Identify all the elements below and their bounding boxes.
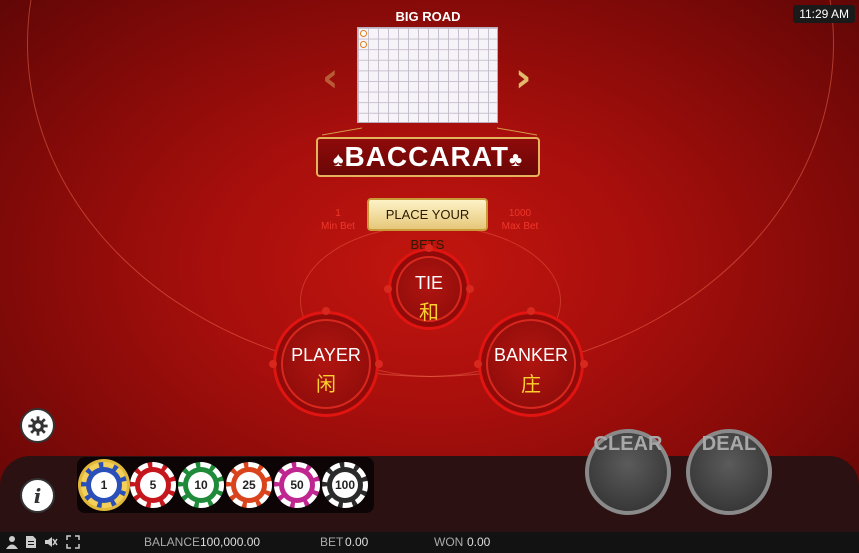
club-icon: ♣ (509, 149, 524, 171)
tie-chinese-label: 和 (419, 300, 439, 324)
chip-100[interactable]: 100 (322, 462, 368, 508)
bet-value: 0.00 (345, 535, 369, 549)
chip-10[interactable]: 10 (178, 462, 224, 508)
balance-value: 100,000.00 (200, 535, 261, 549)
bet-spot-stud (527, 307, 535, 315)
won-value: 0.00 (467, 535, 491, 549)
deal-button[interactable]: DEAL (686, 429, 772, 515)
big-road-result-tie (360, 41, 367, 48)
chip-1[interactable]: 1 (81, 462, 127, 508)
tie-label: TIE (414, 273, 443, 293)
min-bet-limit: 1 Min Bet (313, 207, 363, 233)
min-bet-value: 1 (335, 208, 341, 219)
fullscreen-icon[interactable] (66, 535, 80, 549)
status-bar: BALANCE 100,000.00 BET 0.00 WON 0.00 (0, 532, 859, 553)
banker-label: BANKER (493, 345, 569, 365)
banker-chinese-label: 庄 (521, 372, 541, 396)
max-bet-limit: 1000 Max Bet (495, 207, 545, 233)
player-label: PLAYER (291, 345, 361, 365)
bet-spot-stud (474, 360, 482, 368)
bet-label: BET (320, 535, 344, 549)
user-icon[interactable] (5, 535, 19, 549)
min-bet-label: Min Bet (321, 221, 355, 232)
bet-spot-stud (425, 244, 433, 252)
chevron-right-icon[interactable]: › (515, 58, 531, 98)
tie-bet-spot[interactable]: TIE 和 (388, 248, 470, 330)
clock: 11:29 AM (793, 5, 855, 23)
player-chinese-label: 闲 (316, 372, 336, 396)
place-your-bets-banner: PLACE YOUR BETS (367, 198, 488, 252)
big-road-grid (357, 27, 498, 123)
big-road-title: BIG ROAD (395, 9, 461, 24)
settings-button[interactable] (20, 408, 55, 443)
document-icon[interactable] (24, 535, 38, 549)
spade-icon: ♠ (332, 149, 345, 171)
max-bet-label: Max Bet (501, 221, 539, 232)
logo-text: BACCARAT (344, 141, 510, 172)
gear-icon (27, 415, 48, 436)
balance-label: BALANCE (144, 535, 201, 549)
chip-5[interactable]: 5 (130, 462, 176, 508)
bet-spot-stud (269, 360, 277, 368)
info-button[interactable]: i (20, 478, 55, 513)
chevron-left-icon[interactable]: ‹ (322, 58, 338, 98)
bet-spot-stud (384, 285, 392, 293)
bet-spot-stud (375, 360, 383, 368)
won-label: WON (434, 535, 464, 549)
baccarat-logo: ♠BACCARAT♣ (316, 137, 540, 177)
clear-button[interactable]: CLEAR (585, 429, 671, 515)
info-icon: i (33, 483, 42, 508)
max-bet-value: 1000 (508, 208, 532, 219)
banker-bet-spot[interactable]: BANKER 庄 (478, 311, 584, 417)
baccarat-table: 11:29 AM BIG ROAD ‹ › ♠BACCARAT♣ 1 Min B… (0, 0, 859, 553)
bet-spot-stud (580, 360, 588, 368)
bet-spot-stud (466, 285, 474, 293)
big-road-result-tie (360, 30, 367, 37)
sound-muted-icon[interactable] (44, 535, 58, 549)
chip-50[interactable]: 50 (274, 462, 320, 508)
player-bet-spot[interactable]: PLAYER 闲 (273, 311, 379, 417)
bet-spot-stud (322, 307, 330, 315)
chip-25[interactable]: 25 (226, 462, 272, 508)
